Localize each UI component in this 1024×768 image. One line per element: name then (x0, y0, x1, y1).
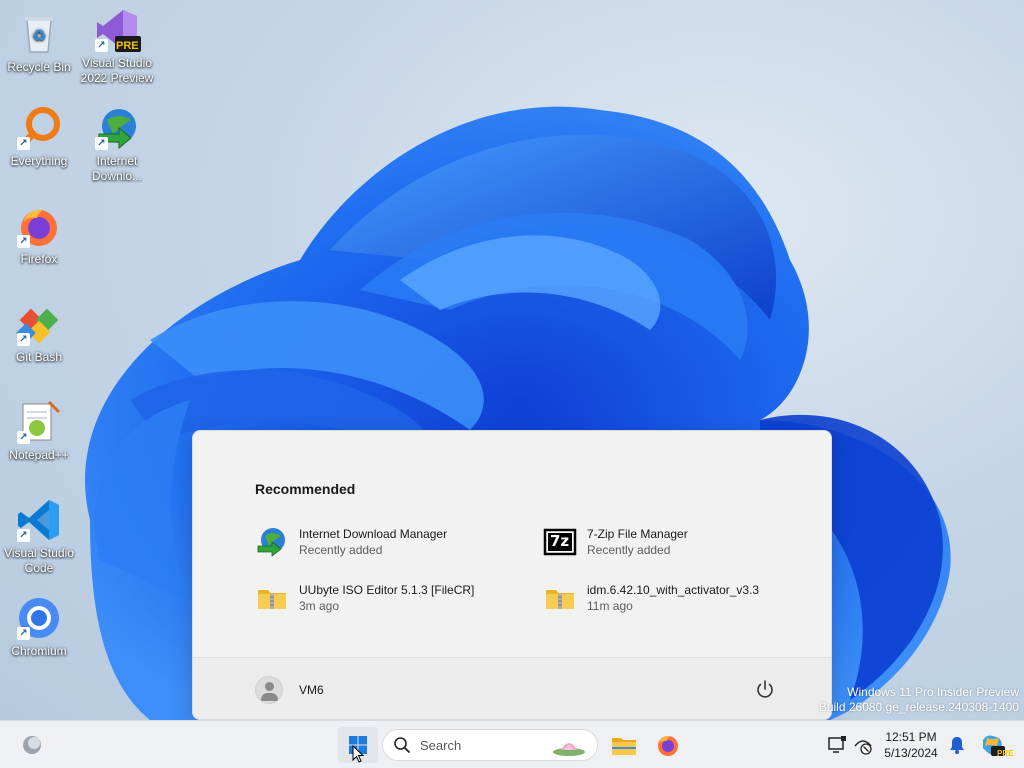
desktop-icon-git-bash[interactable]: ↗ Git Bash (0, 300, 78, 365)
shortcut-arrow-icon: ↗ (17, 529, 30, 542)
git-bash-icon: ↗ (15, 300, 63, 348)
search-icon (394, 737, 410, 753)
desktop-icon-label: Chromium (11, 644, 67, 658)
start-button[interactable] (338, 727, 378, 763)
avatar (255, 676, 283, 704)
file-explorer-icon (612, 738, 636, 755)
desktop-icon-chromium[interactable]: ↗ Chromium (0, 594, 78, 659)
shortcut-arrow-icon: ↗ (17, 627, 30, 640)
recommended-item-name: 7-Zip File Manager (587, 527, 688, 541)
desktop-icon-label: Visual Studio 2022 Preview (80, 56, 154, 85)
file-explorer-button[interactable] (604, 727, 644, 763)
desktop-icon-label: Internet Downlo... (91, 154, 143, 183)
shortcut-arrow-icon: ↗ (17, 431, 30, 444)
user-account-button[interactable]: VM6 (255, 674, 324, 706)
widgets-button[interactable] (12, 727, 52, 763)
desktop-icon-internet-download-manager[interactable]: ↗ Internet Downlo... (78, 104, 156, 184)
firefox-icon: ↗ (15, 202, 63, 250)
svg-text:♻: ♻ (32, 26, 46, 45)
start-menu-footer: VM6 (193, 657, 831, 719)
7zip-icon: 7z (543, 525, 577, 559)
pre-badge: PRE (116, 40, 139, 52)
taskbar-clock[interactable]: 12:51 PM 5/13/2024 (878, 729, 944, 761)
start-menu: Recommended Internet Download Manager Re… (192, 430, 832, 720)
vscode-icon: ↗ (15, 496, 63, 544)
recommended-item-name: idm.6.42.10_with_activator_v3.3 (587, 583, 760, 597)
internet-download-manager-icon: ↗ (93, 104, 141, 152)
desktop-icon-label: Everything (10, 154, 68, 168)
recommended-item-7zip[interactable]: 7z 7-Zip File Manager Recently added (543, 519, 813, 565)
desktop-icon-firefox[interactable]: ↗ Firefox (0, 202, 78, 267)
desktop-icon-notepad-plus-plus[interactable]: ↗ Notepad++ (0, 398, 78, 463)
watermark-build: Build 26080.ge_release.240308-1400 (818, 700, 1019, 714)
power-button[interactable] (753, 677, 777, 701)
desktop-icon-label: Git Bash (15, 350, 63, 364)
zip-folder-icon (255, 581, 289, 615)
desktop-icon-label: Recycle Bin (7, 60, 71, 74)
recommended-item-subtitle: Recently added (299, 543, 383, 557)
shortcut-arrow-icon: ↗ (95, 39, 108, 52)
watermark-edition: Windows 11 Pro Insider Preview (847, 685, 1019, 699)
shortcut-arrow-icon: ↗ (17, 235, 30, 248)
taskbar: 12:51 PM 5/13/2024 PRE (0, 720, 1024, 768)
firefox-icon (658, 736, 678, 756)
recommended-item-subtitle: 11m ago (587, 599, 633, 613)
recommended-heading: Recommended (255, 481, 356, 497)
desktop-icon-everything[interactable]: ↗ Everything (0, 104, 78, 169)
user-name: VM6 (299, 683, 324, 697)
weather-widget-icon (23, 736, 41, 754)
firefox-taskbar-button[interactable] (648, 727, 688, 763)
desktop-icon-recycle-bin[interactable]: ♻ Recycle Bin (0, 10, 78, 75)
clock-time: 12:51 PM (885, 730, 937, 744)
recommended-item-subtitle: 3m ago (299, 599, 340, 613)
search-highlight-icon (553, 743, 585, 756)
recommended-item-subtitle: Recently added (587, 543, 671, 557)
visual-studio-preview-icon: PRE ↗ (93, 6, 141, 54)
recommended-item-name: UUbyte ISO Editor 5.1.3 [FileCR] (299, 583, 475, 597)
internet-download-manager-icon (255, 525, 289, 559)
power-icon (757, 680, 773, 698)
bell-icon[interactable] (946, 734, 968, 756)
shortcut-arrow-icon: ↗ (95, 137, 108, 150)
recommended-item-uubyte[interactable]: UUbyte ISO Editor 5.1.3 [FileCR] 3m ago (255, 575, 525, 621)
os-build-watermark: Windows 11 Pro Insider Preview Build 260… (819, 685, 1019, 715)
display-icon[interactable] (826, 734, 848, 756)
desktop-icon-label: Firefox (20, 252, 58, 266)
clock-date: 5/13/2024 (884, 746, 938, 760)
everything-search-icon: ↗ (15, 104, 63, 152)
desktop-icon-label: Notepad++ (9, 448, 69, 462)
copilot-pre-badge: PRE (997, 749, 1014, 758)
shortcut-arrow-icon: ↗ (17, 137, 30, 150)
search-input[interactable] (420, 737, 540, 753)
zip-folder-icon (543, 581, 577, 615)
recommended-item-idm-archive[interactable]: idm.6.42.10_with_activator_v3.3 11m ago (543, 575, 813, 621)
desktop-icon-label: Visual Studio Code (4, 546, 74, 575)
copilot-button[interactable]: PRE (972, 727, 1014, 763)
network-disconnected-icon[interactable] (852, 734, 874, 756)
desktop-icon-vscode[interactable]: ↗ Visual Studio Code (0, 496, 78, 576)
notepad-plus-plus-icon: ↗ (15, 398, 63, 446)
recommended-item-idm[interactable]: Internet Download Manager Recently added (255, 519, 525, 565)
7zip-icon-text: 7z (550, 532, 570, 550)
mouse-cursor-icon (352, 745, 365, 763)
shortcut-arrow-icon: ↗ (17, 333, 30, 346)
recycle-bin-icon: ♻ (15, 10, 63, 58)
recommended-item-name: Internet Download Manager (299, 527, 448, 541)
chromium-icon: ↗ (15, 594, 63, 642)
desktop-icon-visual-studio-preview[interactable]: PRE ↗ Visual Studio 2022 Preview (78, 6, 156, 86)
taskbar-search[interactable] (382, 729, 598, 761)
